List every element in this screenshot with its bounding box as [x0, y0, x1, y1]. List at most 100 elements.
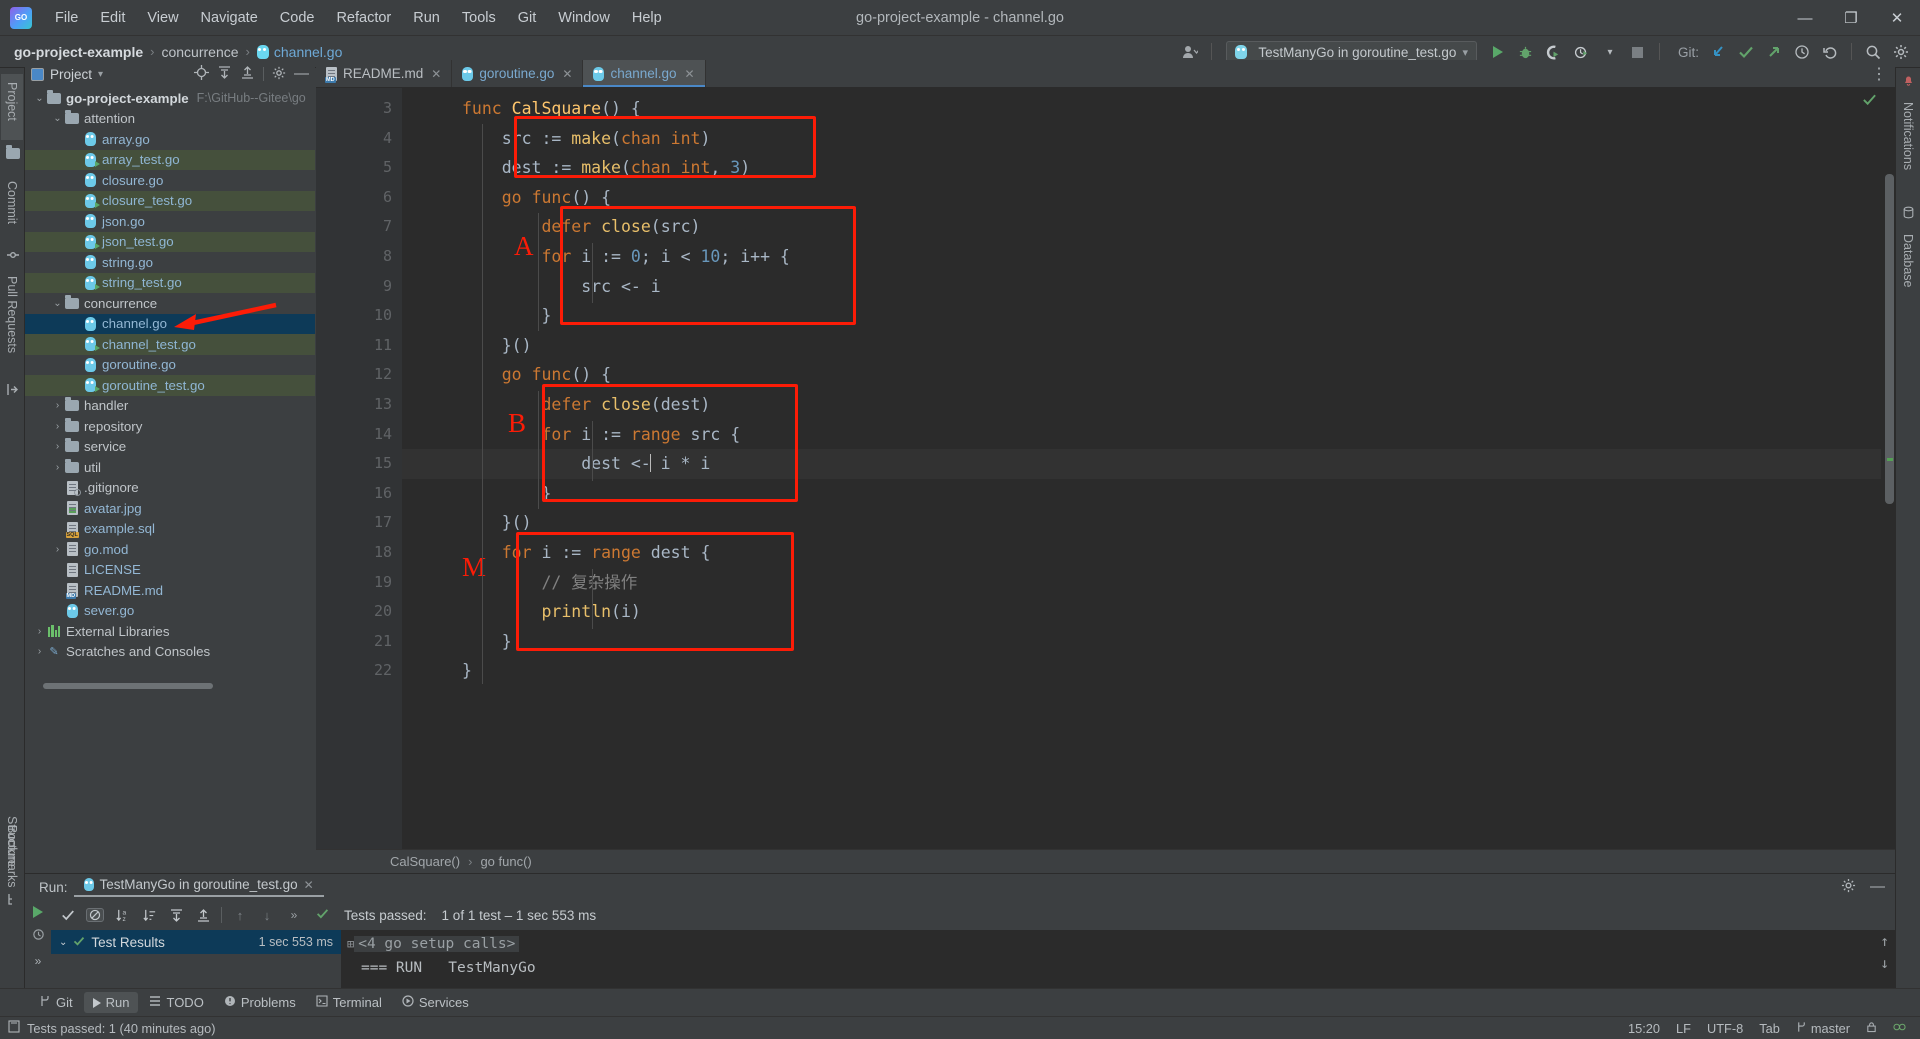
tree-expand-arrow[interactable]: › [51, 441, 64, 452]
tree-item-scratches-and-consoles[interactable]: ›✎Scratches and Consoles [25, 642, 315, 663]
code-line[interactable]: } [402, 627, 1895, 657]
menu-help[interactable]: Help [621, 6, 673, 30]
close-icon[interactable]: ✕ [431, 67, 441, 81]
sort-by-duration-icon[interactable] [140, 908, 158, 923]
hide-panel-icon[interactable]: — [294, 69, 309, 79]
code-line[interactable]: func CalSquare() { [402, 94, 1895, 124]
tree-item-go-mod[interactable]: ›go.mod [25, 539, 315, 560]
stripe-database[interactable]: Database [1897, 226, 1919, 300]
code-line[interactable]: for i := 0; i < 10; i++ { [402, 242, 1895, 272]
tree-expand-arrow[interactable]: › [51, 421, 64, 432]
notifications-bell-icon[interactable] [1902, 74, 1915, 92]
editor-marker-bar[interactable] [1881, 88, 1895, 849]
code-line[interactable]: } [402, 479, 1895, 509]
breadcrumb-file[interactable]: channel.go [274, 44, 343, 60]
collapse-all-icon[interactable] [194, 908, 212, 923]
tree-item-avatar-jpg[interactable]: >avatar.jpg [25, 498, 315, 519]
editor-tab-options[interactable]: ⋮ [1871, 60, 1895, 87]
status-line-separator[interactable]: LF [1676, 1021, 1691, 1036]
code-line[interactable]: defer close(src) [402, 212, 1895, 242]
menu-tools[interactable]: Tools [451, 6, 507, 30]
code-line[interactable]: }() [402, 331, 1895, 361]
tree-item-handler[interactable]: ›handler [25, 396, 315, 417]
show-passed-icon[interactable] [59, 908, 77, 922]
more-icon[interactable]: » [35, 954, 42, 968]
run-session-tab[interactable]: TestManyGo in goroutine_test.go ✕ [84, 877, 314, 897]
code-line[interactable]: // 复杂操作 [402, 568, 1895, 598]
stripe-project[interactable]: Project [1, 74, 23, 140]
database-icon[interactable] [1902, 206, 1915, 224]
minimize-button[interactable]: — [1782, 0, 1828, 36]
code-line[interactable]: for i := range src { [402, 420, 1895, 450]
rerun-icon[interactable] [33, 906, 43, 918]
scroll-up-icon[interactable]: ↑ [1880, 934, 1889, 950]
tree-expand-arrow[interactable]: ⌄ [33, 93, 46, 104]
editor-breadcrumb-func[interactable]: CalSquare() [390, 854, 460, 869]
close-icon[interactable]: ✕ [685, 67, 695, 81]
code-editor[interactable]: 3−456−78−9101112−1314−15161718−19202122 … [316, 88, 1895, 849]
close-icon[interactable]: ✕ [562, 67, 572, 81]
tree-item-example-sql[interactable]: >SQLexample.sql [25, 519, 315, 540]
menu-window[interactable]: Window [547, 6, 621, 30]
code-line[interactable]: src <- i [402, 272, 1895, 302]
tree-item-concurrence[interactable]: ⌄concurrence [25, 293, 315, 314]
status-memory-icon[interactable] [8, 1020, 20, 1036]
tree-item-string-go[interactable]: >string.go [25, 252, 315, 273]
menu-file[interactable]: File [44, 6, 89, 30]
chevron-down-icon[interactable]: ▾ [98, 69, 103, 80]
bottom-tab-problems[interactable]: Problems [215, 992, 305, 1013]
status-branch[interactable]: master [1796, 1021, 1850, 1036]
project-tree[interactable]: ⌄go-project-exampleF:\GitHub--Gitee\go⌄a… [25, 88, 315, 700]
bottom-tab-todo[interactable]: TODO [140, 992, 212, 1013]
sort-alphabetically-icon[interactable]: az [113, 908, 131, 923]
menu-code[interactable]: Code [269, 6, 326, 30]
more-icon[interactable]: ⋮ [1871, 64, 1887, 84]
tree-item-closure-go[interactable]: >closure.go [25, 170, 315, 191]
bottom-tab-run[interactable]: Run [84, 992, 139, 1013]
hide-panel-icon[interactable]: — [1870, 883, 1885, 891]
tree-item-goroutine-go[interactable]: >goroutine.go [25, 355, 315, 376]
tree-expand-arrow[interactable]: ⌄ [51, 113, 64, 124]
code-line[interactable]: src := make(chan int) [402, 124, 1895, 154]
test-results-row[interactable]: ⌄ Test Results 1 sec 553 ms [51, 930, 341, 954]
tree-item--gitignore[interactable]: >.gitignore [25, 478, 315, 499]
history-icon[interactable] [32, 928, 45, 944]
code-line[interactable]: defer close(dest) [402, 390, 1895, 420]
tree-item-json-test-go[interactable]: >json_test.go [25, 232, 315, 253]
code-line[interactable]: } [402, 656, 1895, 686]
tree-item-repository[interactable]: ›repository [25, 416, 315, 437]
tree-item-closure-test-go[interactable]: >closure_test.go [25, 191, 315, 212]
tree-item-goroutine-test-go[interactable]: >goroutine_test.go [25, 375, 315, 396]
folder-stripe-icon[interactable] [6, 146, 20, 164]
editor-breadcrumb-gofunc[interactable]: go func() [480, 854, 531, 869]
tree-item-array-test-go[interactable]: >array_test.go [25, 150, 315, 171]
tree-expand-arrow[interactable]: › [51, 544, 64, 555]
code-content[interactable]: A B M func CalSquare() { src := make(cha… [402, 88, 1895, 849]
bottom-tab-services[interactable]: Services [393, 992, 478, 1013]
tree-expand-arrow[interactable]: ⌄ [51, 298, 64, 309]
code-line[interactable]: go func() { [402, 360, 1895, 390]
tree-item-util[interactable]: ›util [25, 457, 315, 478]
scroll-down-icon[interactable]: ↓ [1880, 956, 1889, 972]
previous-failed-icon[interactable]: ↑ [231, 908, 249, 923]
editor-tab-bar[interactable]: MDREADME.md✕goroutine.go✕channel.go✕⋮ [316, 60, 1895, 88]
tree-expand-arrow[interactable]: › [51, 462, 64, 473]
chevron-down-icon[interactable]: ⌄ [59, 937, 67, 948]
inspection-ok-icon[interactable] [1862, 92, 1877, 111]
close-icon[interactable]: ✕ [304, 878, 314, 892]
menu-edit[interactable]: Edit [89, 6, 136, 30]
notification-icon[interactable] [1893, 1021, 1906, 1036]
editor-breadcrumbs[interactable]: CalSquare() › go func() [316, 849, 1895, 873]
lock-icon[interactable] [1866, 1021, 1877, 1036]
status-encoding[interactable]: UTF-8 [1707, 1021, 1743, 1036]
editor-tab-goroutine-go[interactable]: goroutine.go✕ [452, 60, 583, 87]
code-line[interactable]: for i := range dest { [402, 538, 1895, 568]
breadcrumb-folder[interactable]: concurrence [161, 44, 238, 60]
status-indent[interactable]: Tab [1759, 1021, 1780, 1036]
tree-item-go-project-example[interactable]: ⌄go-project-exampleF:\GitHub--Gitee\go [25, 88, 315, 109]
gear-icon[interactable] [272, 66, 286, 83]
tree-item-service[interactable]: ›service [25, 437, 315, 458]
bottom-tab-terminal[interactable]: Terminal [307, 992, 391, 1013]
tree-item-json-go[interactable]: >json.go [25, 211, 315, 232]
menu-git[interactable]: Git [507, 6, 548, 30]
